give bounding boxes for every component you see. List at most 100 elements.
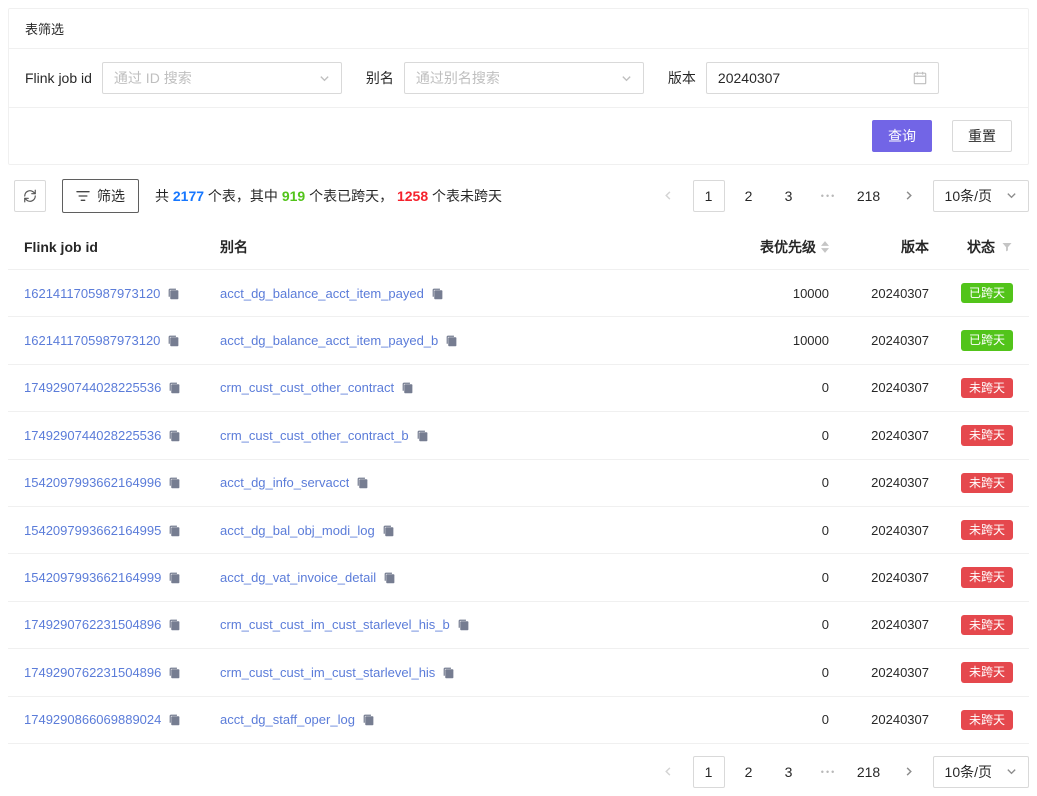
alias-link[interactable]: acct_dg_balance_acct_item_payed_b (220, 333, 438, 348)
flink-job-id-select[interactable]: 通过 ID 搜索 (102, 62, 342, 94)
status-badge: 未跨天 (961, 567, 1013, 587)
copy-icon[interactable] (168, 476, 181, 489)
alias-cell: acct_dg_staff_oper_log (220, 712, 679, 727)
copy-icon[interactable] (168, 524, 181, 537)
pagination-page-218[interactable]: 218 (853, 180, 885, 212)
alias-link[interactable]: crm_cust_cust_im_cust_starlevel_his_b (220, 617, 450, 632)
alias-link[interactable]: acct_dg_staff_oper_log (220, 712, 355, 727)
alias-link[interactable]: crm_cust_cust_other_contract_b (220, 428, 409, 443)
chevron-left-icon (663, 764, 674, 780)
alias-link[interactable]: acct_dg_info_servacct (220, 475, 349, 490)
pagination-ellipsis[interactable]: ••• (813, 756, 845, 788)
flink-job-id-link[interactable]: 1621411705987973120 (24, 286, 160, 301)
flink-job-id-cell: 1542097993662164999 (24, 570, 220, 585)
summary-mid2: 个表已跨天， (305, 188, 397, 204)
page-size-select[interactable]: 10条/页 (933, 756, 1029, 788)
pagination-page-2[interactable]: 2 (733, 180, 765, 212)
copy-icon[interactable] (431, 287, 444, 300)
pagination-page-3[interactable]: 3 (773, 180, 805, 212)
alias-cell: crm_cust_cust_im_cust_starlevel_his_b (220, 617, 679, 632)
status-header-label: 状态 (967, 237, 995, 257)
pagination-ellipsis[interactable]: ••• (813, 180, 845, 212)
alias-cell: acct_dg_vat_invoice_detail (220, 570, 679, 585)
status-cell: 未跨天 (929, 710, 1013, 730)
copy-icon[interactable] (168, 571, 181, 584)
copy-icon[interactable] (168, 618, 181, 631)
filter-card: 表筛选 Flink job id 通过 ID 搜索 别名 通过别名搜索 (8, 8, 1029, 165)
copy-icon[interactable] (168, 666, 181, 679)
pagination-prev-button[interactable] (653, 180, 685, 212)
version-cell: 20240307 (829, 523, 929, 538)
table: Flink job id 别名 表优先级 版本 状态 1621411705987… (8, 225, 1029, 744)
filter-funnel-icon[interactable] (1001, 241, 1013, 253)
alias-link[interactable]: acct_dg_balance_acct_item_payed (220, 286, 424, 301)
flink-job-id-cell: 1542097993662164995 (24, 523, 220, 538)
flink-job-id-link[interactable]: 1542097993662164999 (24, 570, 161, 585)
alias-link[interactable]: acct_dg_vat_invoice_detail (220, 570, 376, 585)
refresh-button[interactable] (14, 180, 46, 212)
status-cell: 未跨天 (929, 473, 1013, 493)
flink-job-id-link[interactable]: 1749290744028225536 (24, 380, 161, 395)
summary-not-crossed: 1258 (397, 188, 428, 204)
flink-job-id-link[interactable]: 1542097993662164996 (24, 475, 161, 490)
flink-job-id-link[interactable]: 1749290762231504896 (24, 665, 161, 680)
version-date-input[interactable]: 20240307 (706, 62, 939, 94)
flink-job-id-link[interactable]: 1749290762231504896 (24, 617, 161, 632)
pagination-page-2[interactable]: 2 (733, 756, 765, 788)
alias-select[interactable]: 通过别名搜索 (404, 62, 644, 94)
flink-job-id-link[interactable]: 1749290866069889024 (24, 712, 161, 727)
pagination-next-button[interactable] (893, 756, 925, 788)
reset-button[interactable]: 重置 (952, 120, 1012, 152)
status-cell: 未跨天 (929, 425, 1013, 445)
copy-icon[interactable] (168, 429, 181, 442)
chevron-left-icon (663, 188, 674, 204)
copy-icon[interactable] (401, 381, 414, 394)
pagination-page-1[interactable]: 1 (693, 756, 725, 788)
copy-icon[interactable] (168, 381, 181, 394)
version-date-value: 20240307 (718, 70, 780, 86)
flink-job-id-link[interactable]: 1621411705987973120 (24, 333, 160, 348)
copy-icon[interactable] (356, 476, 369, 489)
alias-link[interactable]: crm_cust_cust_other_contract (220, 380, 394, 395)
copy-icon[interactable] (167, 287, 180, 300)
status-badge: 未跨天 (961, 378, 1013, 398)
filter-toggle-button[interactable]: 筛选 (62, 179, 139, 213)
alias-cell: acct_dg_info_servacct (220, 475, 679, 490)
table-row: 1749290762231504896 crm_cust_cust_im_cus… (8, 602, 1029, 649)
toolbar: 筛选 共 2177 个表，其中 919 个表已跨天， 1258 个表未跨天 12… (8, 179, 1029, 213)
pagination-page-218[interactable]: 218 (853, 756, 885, 788)
copy-icon[interactable] (445, 334, 458, 347)
query-button[interactable]: 查询 (872, 120, 932, 152)
pagination-prev-button[interactable] (653, 756, 685, 788)
table-row: 1749290866069889024 acct_dg_staff_oper_l… (8, 697, 1029, 744)
status-badge: 未跨天 (961, 425, 1013, 445)
copy-icon[interactable] (168, 713, 181, 726)
filter-lines-icon (76, 190, 90, 202)
sort-icon[interactable] (821, 241, 829, 253)
copy-icon[interactable] (383, 571, 396, 584)
status-cell: 未跨天 (929, 378, 1013, 398)
alias-link[interactable]: crm_cust_cust_im_cust_starlevel_his (220, 665, 435, 680)
copy-icon[interactable] (416, 429, 429, 442)
column-header-alias: 别名 (220, 237, 679, 257)
pagination-page-3[interactable]: 3 (773, 756, 805, 788)
status-cell: 未跨天 (929, 567, 1013, 587)
copy-icon[interactable] (167, 334, 180, 347)
copy-icon[interactable] (362, 713, 375, 726)
copy-icon[interactable] (382, 524, 395, 537)
copy-icon[interactable] (442, 666, 455, 679)
pagination-page-1[interactable]: 1 (693, 180, 725, 212)
page-size-select[interactable]: 10条/页 (933, 180, 1029, 212)
page-size-value: 10条/页 (945, 186, 992, 206)
flink-job-id-link[interactable]: 1542097993662164995 (24, 523, 161, 538)
pagination-next-button[interactable] (893, 180, 925, 212)
flink-job-id-label: Flink job id (25, 70, 92, 86)
flink-job-id-link[interactable]: 1749290744028225536 (24, 428, 161, 443)
copy-icon[interactable] (457, 618, 470, 631)
table-row: 1621411705987973120 acct_dg_balance_acct… (8, 317, 1029, 364)
status-badge: 已跨天 (961, 330, 1013, 350)
column-header-priority[interactable]: 表优先级 (679, 237, 829, 257)
column-header-status[interactable]: 状态 (929, 237, 1013, 257)
alias-label: 别名 (366, 68, 394, 88)
alias-link[interactable]: acct_dg_bal_obj_modi_log (220, 523, 375, 538)
